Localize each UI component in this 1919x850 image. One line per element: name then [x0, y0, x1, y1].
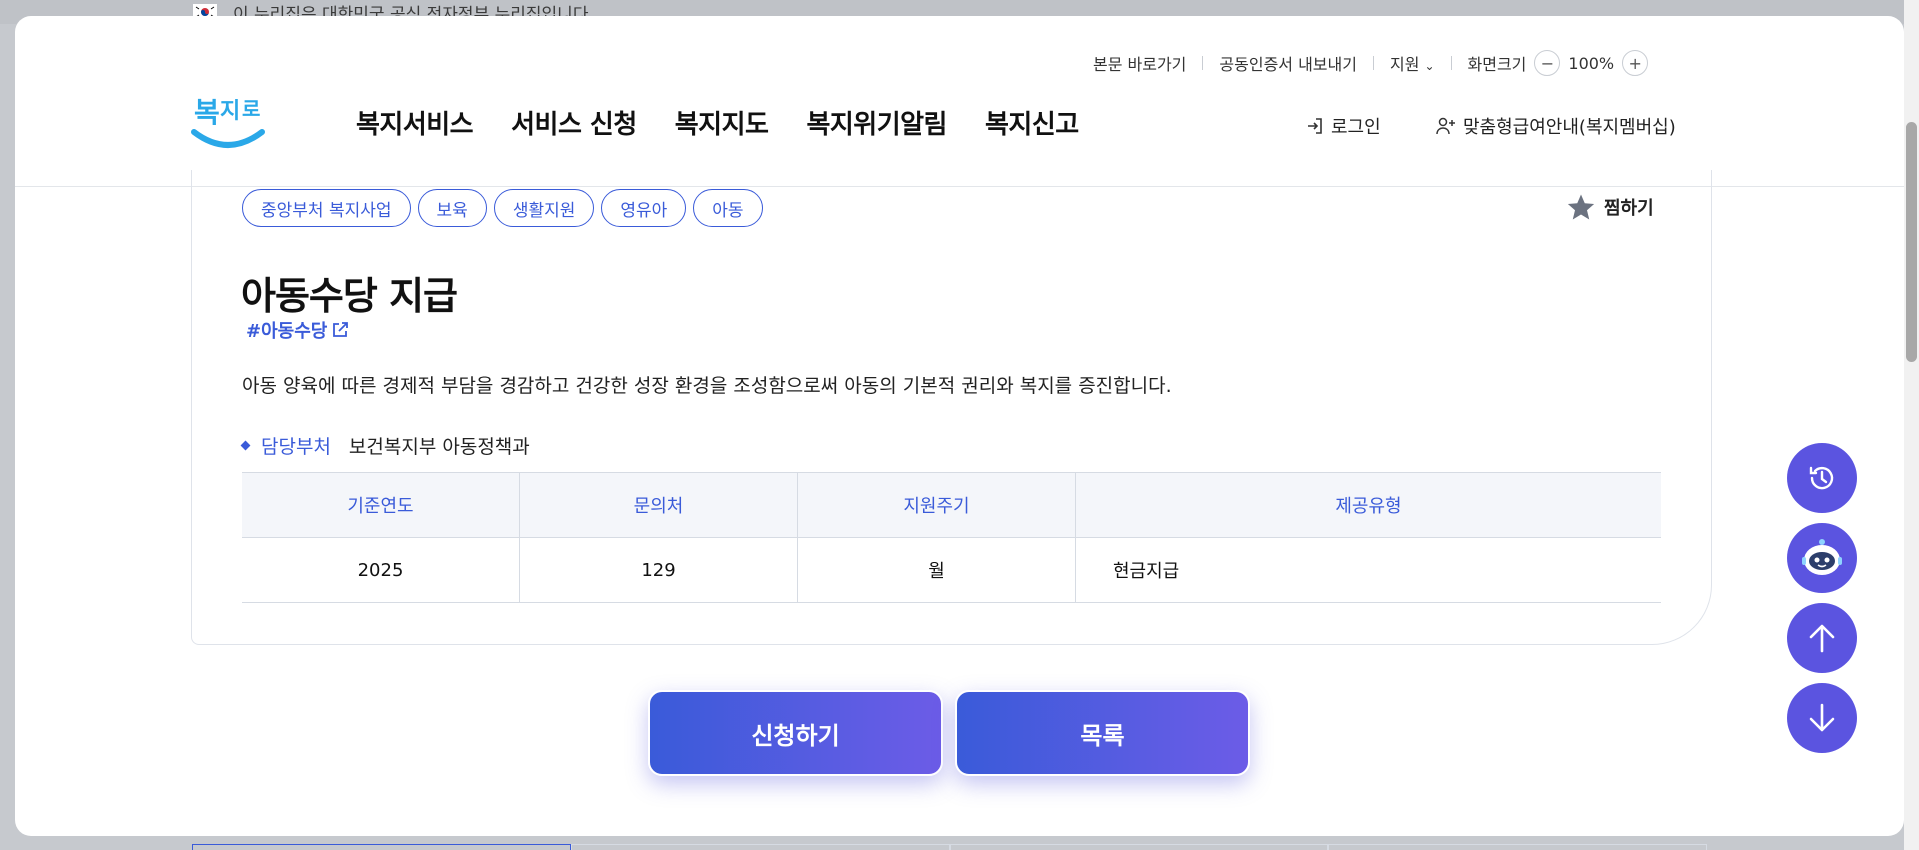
- bottom-tabs: [192, 844, 1707, 850]
- membership-link[interactable]: 맞춤형급여안내(복지멤버십): [1435, 113, 1676, 139]
- logo-icon: 복 지 로: [191, 96, 265, 148]
- chatbot-icon: [1802, 539, 1842, 575]
- chevron-down-icon: ⌄: [1424, 59, 1435, 73]
- tag-item[interactable]: 보육: [417, 189, 487, 227]
- zoom-value: 100%: [1568, 53, 1615, 73]
- department-value: 보건복지부 아동정책과: [348, 436, 530, 458]
- divider: [1450, 56, 1452, 70]
- apply-button[interactable]: 신청하기: [648, 690, 943, 776]
- nav-service-apply[interactable]: 서비스 신청: [511, 104, 637, 141]
- scroll-bottom-button[interactable]: [1787, 683, 1857, 753]
- department-label: 담당부처: [261, 436, 331, 458]
- arrow-down-icon: [1809, 703, 1835, 732]
- table-header-row: 기준연도 문의처 지원주기 제공유형: [242, 472, 1661, 538]
- page-window: 본문 바로가기 공동인증서 내보내기 지원 ⌄ 화면크기 − 100% + 복 지…: [15, 16, 1904, 836]
- tag-item[interactable]: 아동: [693, 189, 763, 227]
- external-link-icon: [333, 322, 349, 337]
- arrow-up-icon: [1809, 624, 1835, 653]
- scroll-top-button[interactable]: [1787, 603, 1857, 673]
- tab-item[interactable]: [1328, 844, 1707, 850]
- divider: [1202, 56, 1204, 70]
- tag-item[interactable]: 중앙부처 복지사업: [242, 189, 411, 227]
- zoom-label: 화면크기: [1467, 55, 1527, 74]
- service-title: 아동수당 지급: [241, 274, 458, 318]
- tab-item[interactable]: [570, 844, 950, 850]
- cert-export-link[interactable]: 공동인증서 내보내기: [1219, 51, 1357, 75]
- table-row: 2025 129 월 현금지급: [242, 537, 1661, 603]
- nav-welfare-service[interactable]: 복지서비스: [356, 104, 474, 141]
- support-menu[interactable]: 지원 ⌄: [1390, 51, 1435, 75]
- hashtag-label: #아동수당: [246, 321, 328, 342]
- chatbot-button[interactable]: [1787, 523, 1857, 593]
- nav-welfare-map[interactable]: 복지지도: [675, 104, 769, 141]
- nav-welfare-report[interactable]: 복지신고: [985, 104, 1079, 141]
- svg-text:지: 지: [220, 99, 240, 124]
- col-type: 제공유형: [1075, 472, 1661, 538]
- login-icon: [1308, 118, 1322, 134]
- zoom-out-button[interactable]: −: [1534, 50, 1561, 76]
- nav-crisis-alert[interactable]: 복지위기알림: [806, 104, 947, 141]
- divider: [1372, 56, 1374, 70]
- col-cycle: 지원주기: [797, 472, 1076, 538]
- col-contact: 문의처: [519, 472, 798, 538]
- cell-contact: 129: [519, 537, 798, 603]
- user-add-icon: [1436, 117, 1455, 135]
- cell-cycle: 월: [797, 537, 1076, 603]
- svg-text:로: 로: [242, 97, 260, 121]
- service-info-table: 기준연도 문의처 지원주기 제공유형 2025 129 월 현금지급: [242, 472, 1661, 603]
- favorite-button[interactable]: 찜하기: [1566, 192, 1654, 222]
- utility-nav: 본문 바로가기 공동인증서 내보내기 지원 ⌄ 화면크기 − 100% +: [1093, 50, 1656, 76]
- cell-type: 현금지급: [1075, 537, 1661, 603]
- tag-item[interactable]: 생활지원: [493, 189, 595, 227]
- bokjiro-logo[interactable]: 복 지 로: [190, 88, 266, 152]
- cell-base-year: 2025: [242, 537, 520, 603]
- history-icon: [1809, 466, 1834, 490]
- main-nav: 복지서비스 서비스 신청 복지지도 복지위기알림 복지신고: [356, 104, 1079, 141]
- support-label: 지원: [1389, 55, 1420, 74]
- tag-item[interactable]: 영유아: [601, 189, 687, 227]
- favorite-label: 찜하기: [1604, 198, 1654, 219]
- svg-text:복: 복: [194, 96, 220, 129]
- scrollbar[interactable]: [1904, 0, 1919, 850]
- skip-link[interactable]: 본문 바로가기: [1093, 51, 1186, 75]
- tab-item[interactable]: [192, 844, 571, 850]
- recent-history-button[interactable]: [1787, 443, 1857, 513]
- hashtag-link[interactable]: #아동수당: [246, 317, 349, 343]
- membership-label: 맞춤형급여안내(복지멤버십): [1463, 117, 1676, 138]
- tab-item[interactable]: [949, 844, 1329, 850]
- zoom-in-button[interactable]: +: [1622, 50, 1649, 76]
- bullet-icon: [240, 440, 251, 451]
- star-icon: [1567, 194, 1595, 220]
- col-base-year: 기준연도: [242, 472, 520, 538]
- department-row: 담당부처 보건복지부 아동정책과: [240, 432, 530, 459]
- login-label: 로그인: [1331, 117, 1381, 138]
- service-description: 아동 양육에 따른 경제적 부담을 경감하고 건강한 성장 환경을 조성함으로써…: [242, 375, 1172, 397]
- login-link[interactable]: 로그인: [1305, 113, 1381, 139]
- list-button[interactable]: 목록: [955, 690, 1250, 776]
- scrollbar-thumb[interactable]: [1906, 122, 1917, 362]
- service-tags: 중앙부처 복지사업 보육 생활지원 영유아 아동: [242, 189, 763, 227]
